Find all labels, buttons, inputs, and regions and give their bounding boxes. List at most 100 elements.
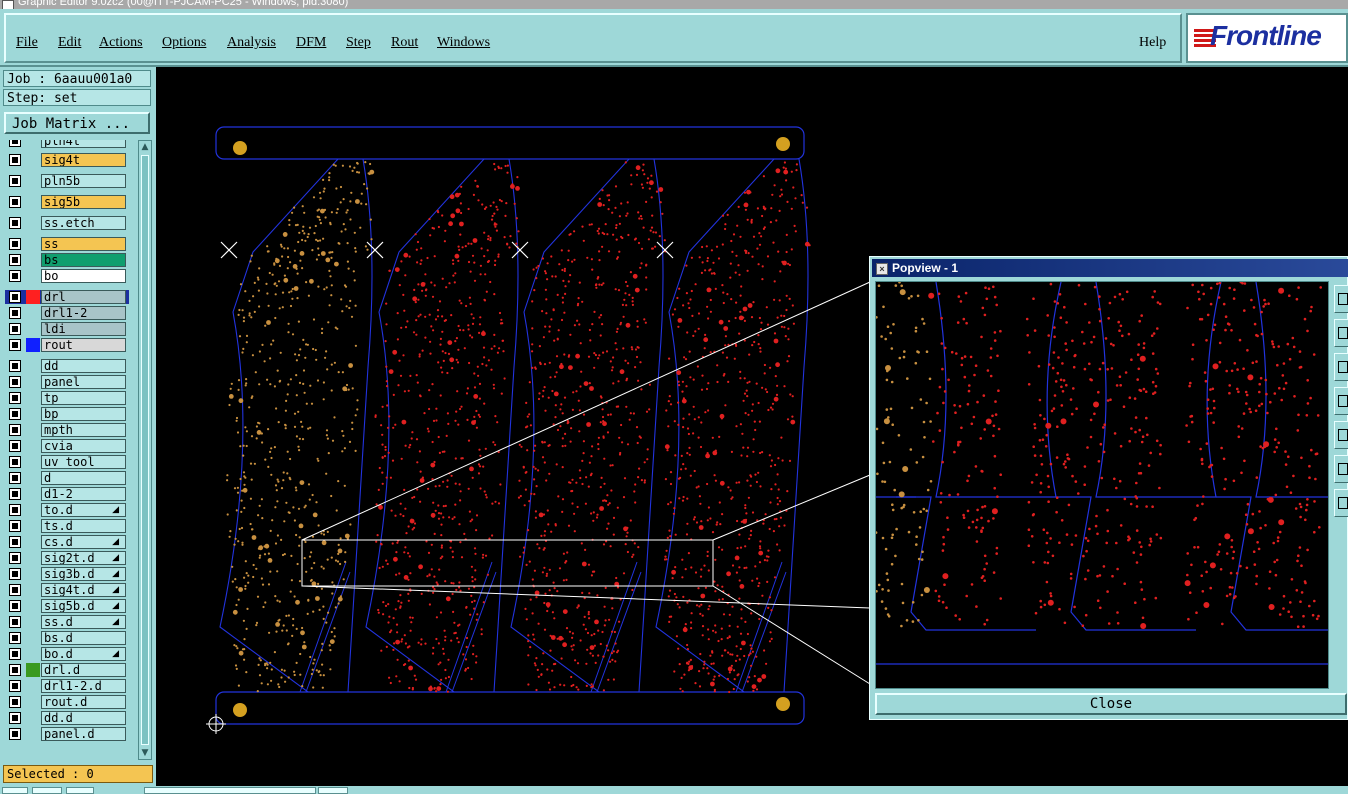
scrollbar-thumb[interactable] xyxy=(141,155,149,745)
layer-name[interactable]: drl1-2.d xyxy=(41,679,126,693)
bottom-input-field[interactable] xyxy=(144,787,316,794)
popview-zoom-fit-icon[interactable] xyxy=(1334,285,1348,313)
layer-row-bs[interactable]: bs xyxy=(5,253,129,267)
bottom-tool-button[interactable] xyxy=(2,787,28,794)
popview-zoom-out-icon[interactable] xyxy=(1334,353,1348,381)
layer-name[interactable]: sig3b.d ◢ xyxy=(41,567,126,581)
layer-row-bo[interactable]: bo xyxy=(5,269,129,283)
layer-name[interactable]: rout.d xyxy=(41,695,126,709)
layer-name[interactable]: ss.etch xyxy=(41,216,126,230)
layer-row-rout[interactable]: rout xyxy=(5,338,129,352)
layer-name[interactable]: sig5b xyxy=(41,195,126,209)
layer-checkbox[interactable] xyxy=(9,360,21,372)
layer-row-sig4t[interactable]: sig4t xyxy=(5,153,129,167)
layer-name[interactable]: cvia xyxy=(41,439,126,453)
layer-checkbox[interactable] xyxy=(9,270,21,282)
layer-name[interactable]: bs xyxy=(41,253,126,267)
popview-close-icon[interactable]: × xyxy=(876,263,888,275)
layer-row-cs-d[interactable]: cs.d ◢ xyxy=(5,535,129,549)
layer-row-sig3b-d[interactable]: sig3b.d ◢ xyxy=(5,567,129,581)
menu-dfm[interactable]: DFM xyxy=(296,35,326,51)
layer-name[interactable]: drl xyxy=(41,290,126,304)
layer-row-tp[interactable]: tp xyxy=(5,391,129,405)
menu-actions[interactable]: Actions xyxy=(99,35,143,51)
layer-row-sig5b[interactable]: sig5b xyxy=(5,195,129,209)
layer-row-uv-tool[interactable]: uv_tool xyxy=(5,455,129,469)
scroll-down-icon[interactable]: ▼ xyxy=(140,748,150,758)
layer-checkbox[interactable] xyxy=(9,196,21,208)
layer-checkbox[interactable] xyxy=(9,175,21,187)
menu-windows[interactable]: Windows xyxy=(437,35,490,51)
layer-name[interactable]: bo xyxy=(41,269,126,283)
layer-checkbox[interactable] xyxy=(9,728,21,740)
bottom-tool-button[interactable] xyxy=(66,787,94,794)
layer-name[interactable]: panel xyxy=(41,375,126,389)
layer-name[interactable]: ss xyxy=(41,237,126,251)
layer-name[interactable]: ss.d ◢ xyxy=(41,615,126,629)
layer-row-drl1-2[interactable]: drl1-2 xyxy=(5,306,129,320)
layer-name[interactable]: tp xyxy=(41,391,126,405)
menu-file[interactable]: File xyxy=(16,35,38,51)
layer-row-ss-etch[interactable]: ss.etch xyxy=(5,216,129,230)
layer-name[interactable]: sig5b.d ◢ xyxy=(41,599,126,613)
layer-row-bp[interactable]: bp xyxy=(5,407,129,421)
layer-row-pln5b[interactable]: pln5b xyxy=(5,174,129,188)
layer-checkbox[interactable] xyxy=(9,217,21,229)
menu-help[interactable]: Help xyxy=(1139,35,1166,51)
layer-color-swatch[interactable] xyxy=(26,338,40,352)
layer-row-sig4t-d[interactable]: sig4t.d ◢ xyxy=(5,583,129,597)
layer-row-cvia[interactable]: cvia xyxy=(5,439,129,453)
layer-name[interactable]: sig4t xyxy=(41,153,126,167)
layer-name[interactable]: cs.d ◢ xyxy=(41,535,126,549)
layer-row-bs-d[interactable]: bs.d xyxy=(5,631,129,645)
layer-row-ss-d[interactable]: ss.d ◢ xyxy=(5,615,129,629)
layer-name[interactable]: sig4t.d ◢ xyxy=(41,583,126,597)
layer-name[interactable]: ts.d xyxy=(41,519,126,533)
layer-checkbox[interactable] xyxy=(9,712,21,724)
layer-checkbox[interactable] xyxy=(9,488,21,500)
layer-name[interactable]: pln4t xyxy=(41,140,126,148)
layer-checkbox[interactable] xyxy=(9,376,21,388)
menu-step[interactable]: Step xyxy=(346,35,371,51)
layer-checkbox[interactable] xyxy=(9,323,21,335)
layer-name[interactable]: dd xyxy=(41,359,126,373)
layer-checkbox[interactable] xyxy=(9,154,21,166)
layer-checkbox[interactable] xyxy=(9,392,21,404)
job-matrix-button[interactable]: Job Matrix ... xyxy=(4,112,150,134)
popview-next-icon[interactable] xyxy=(1334,489,1348,517)
layer-list-scrollbar[interactable]: ▲ ▼ xyxy=(138,140,152,760)
layer-checkbox[interactable] xyxy=(9,408,21,420)
layer-name[interactable]: drl.d xyxy=(41,663,126,677)
layer-checkbox[interactable] xyxy=(9,504,21,516)
layer-row-drl[interactable]: drl xyxy=(5,290,129,304)
bottom-tool-button[interactable] xyxy=(318,787,348,794)
layer-row-ldi[interactable]: ldi xyxy=(5,322,129,336)
layer-color-swatch[interactable] xyxy=(26,290,40,304)
layer-name[interactable]: rout xyxy=(41,338,126,352)
layer-checkbox[interactable] xyxy=(9,648,21,660)
popview-close-button[interactable]: Close xyxy=(875,693,1347,715)
layer-name[interactable]: sig2t.d ◢ xyxy=(41,551,126,565)
popview-titlebar[interactable]: × Popview - 1 xyxy=(872,259,1348,277)
layer-name[interactable]: d xyxy=(41,471,126,485)
popview-zoom-view[interactable] xyxy=(874,280,1348,688)
layer-checkbox[interactable] xyxy=(9,584,21,596)
layer-name[interactable]: bp xyxy=(41,407,126,421)
layer-row-panel[interactable]: panel xyxy=(5,375,129,389)
layer-row-bo-d[interactable]: bo.d ◢ xyxy=(5,647,129,661)
layer-checkbox[interactable] xyxy=(9,140,21,147)
layer-checkbox[interactable] xyxy=(9,238,21,250)
menu-options[interactable]: Options xyxy=(162,35,206,51)
layer-checkbox[interactable] xyxy=(9,307,21,319)
layer-color-swatch[interactable] xyxy=(26,663,40,677)
layer-name[interactable]: dd.d xyxy=(41,711,126,725)
popview-zoom-in-icon[interactable] xyxy=(1334,319,1348,347)
layer-checkbox[interactable] xyxy=(9,254,21,266)
layer-name[interactable]: mpth xyxy=(41,423,126,437)
menu-analysis[interactable]: Analysis xyxy=(227,35,276,51)
layer-checkbox[interactable] xyxy=(9,664,21,676)
layer-checkbox[interactable] xyxy=(9,339,21,351)
bottom-tool-button[interactable] xyxy=(32,787,62,794)
layer-checkbox[interactable] xyxy=(9,600,21,612)
layer-name[interactable]: drl1-2 xyxy=(41,306,126,320)
